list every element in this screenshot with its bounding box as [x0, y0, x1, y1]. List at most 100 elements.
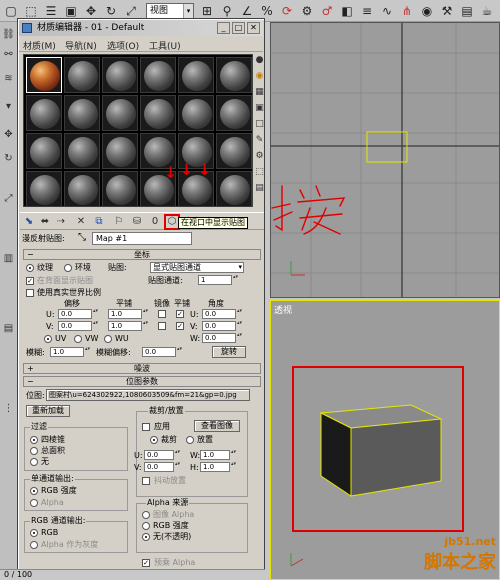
- time-slider[interactable]: 0 / 100: [0, 569, 265, 580]
- material-slot[interactable]: [102, 171, 138, 207]
- material-slot[interactable]: [26, 95, 62, 131]
- sample-type-icon[interactable]: ●: [254, 55, 265, 66]
- texture-radio[interactable]: [26, 264, 34, 272]
- blur-spinner[interactable]: 1.0: [50, 347, 91, 357]
- crop-v-spinner[interactable]: 0.0: [144, 462, 181, 472]
- material-slot[interactable]: [178, 95, 214, 131]
- alpha-radio[interactable]: [30, 499, 38, 507]
- w-angle-spinner[interactable]: 0.0: [202, 333, 243, 343]
- rotate-icon[interactable]: ↻: [2, 152, 15, 165]
- v-angle-spinner[interactable]: 0.0: [202, 321, 243, 331]
- none-opaque-radio[interactable]: [142, 533, 150, 541]
- material-editor-icon[interactable]: ◉: [418, 2, 436, 20]
- material-slot[interactable]: [140, 57, 176, 93]
- view-image-button[interactable]: 查看图像: [194, 420, 240, 432]
- crop-u-spinner[interactable]: 0.0: [144, 450, 181, 460]
- material-slot[interactable]: [216, 171, 252, 207]
- make-preview-icon[interactable]: ✎: [254, 135, 265, 146]
- move-icon[interactable]: ✥: [2, 128, 15, 141]
- layer-icon[interactable]: ≡: [358, 2, 376, 20]
- reload-button[interactable]: 重新加载: [26, 405, 70, 417]
- background-icon[interactable]: ▦: [254, 87, 265, 98]
- rotate-button[interactable]: 旋转: [212, 346, 246, 358]
- copy-material-icon[interactable]: ⧉: [92, 215, 106, 229]
- rgb-intensity-radio[interactable]: [30, 487, 38, 495]
- crop-w-spinner[interactable]: 1.0: [200, 450, 237, 460]
- scale-icon[interactable]: ⤢: [2, 192, 15, 205]
- material-slot[interactable]: [216, 95, 252, 131]
- u-mirror-checkbox[interactable]: [158, 310, 166, 318]
- time-slider-icon[interactable]: ⋮: [2, 402, 15, 415]
- material-slot[interactable]: [26, 57, 62, 93]
- show-back-checkbox[interactable]: ✓: [26, 277, 34, 285]
- mapping-dropdown[interactable]: 显式贴图通道: [150, 262, 244, 273]
- bind-space-warp-icon[interactable]: ≋: [2, 72, 15, 85]
- u-angle-spinner[interactable]: 0.0: [202, 309, 243, 319]
- ref-coord-select[interactable]: 视图 ▾: [146, 3, 194, 19]
- bitmap-path-button[interactable]: 图案村\u=624302922,1080603509&fm=21&gp=0.jp…: [46, 389, 250, 401]
- options-icon[interactable]: ⚙: [254, 151, 265, 162]
- crop-h-spinner[interactable]: 1.0: [200, 462, 237, 472]
- render-frame-icon[interactable]: ▤: [458, 2, 476, 20]
- selected-box-top-view[interactable]: [366, 131, 408, 163]
- material-effects-channel-icon[interactable]: 0: [148, 215, 162, 229]
- get-material-icon[interactable]: ⬊: [22, 215, 36, 229]
- reset-icon[interactable]: ✕: [74, 215, 88, 229]
- material-slot[interactable]: [216, 57, 252, 93]
- material-navigator-icon[interactable]: ▤: [254, 183, 265, 194]
- environ-radio[interactable]: [64, 264, 72, 272]
- pyramidal-radio[interactable]: [30, 436, 38, 444]
- u-tiling-spinner[interactable]: 1.0: [108, 309, 149, 319]
- material-slot[interactable]: [26, 171, 62, 207]
- u-offset-spinner[interactable]: 0.0: [58, 309, 99, 319]
- assign-material-icon[interactable]: ⇢: [54, 215, 68, 229]
- material-slot[interactable]: [64, 171, 100, 207]
- render-icon[interactable]: ☕: [478, 2, 496, 20]
- ribbon-icon[interactable]: ▥: [2, 252, 15, 265]
- image-alpha-radio[interactable]: [142, 511, 150, 519]
- wu-radio[interactable]: [104, 335, 112, 343]
- jitter-checkbox[interactable]: [142, 477, 150, 485]
- put-to-library-icon[interactable]: ⛁: [130, 215, 144, 229]
- menu-options[interactable]: 选项(O): [107, 39, 139, 52]
- material-slot[interactable]: [102, 57, 138, 93]
- close-icon[interactable]: ✕: [247, 22, 260, 34]
- noise-rollout[interactable]: + 噪波: [23, 363, 261, 374]
- named-selection-icon[interactable]: ⚙: [298, 2, 316, 20]
- material-slot[interactable]: [178, 57, 214, 93]
- crop-radio[interactable]: [150, 436, 158, 444]
- put-to-scene-icon[interactable]: ⬌: [38, 215, 52, 229]
- rgb-radio[interactable]: [30, 529, 38, 537]
- v-tile-checkbox[interactable]: ✓: [176, 322, 184, 330]
- maximize-icon[interactable]: □: [232, 22, 245, 34]
- apply-checkbox[interactable]: [142, 423, 150, 431]
- material-slot[interactable]: [64, 95, 100, 131]
- menu-utilities[interactable]: 工具(U): [149, 39, 181, 52]
- unlink-icon[interactable]: ⚯: [2, 48, 15, 61]
- menu-material[interactable]: 材质(M): [23, 39, 56, 52]
- summed-area-radio[interactable]: [30, 447, 38, 455]
- material-slot[interactable]: [216, 133, 252, 169]
- material-editor-titlebar[interactable]: 材质编辑器 - 01 - Default _ □ ✕: [19, 20, 263, 36]
- pick-icon[interactable]: ⤡: [78, 233, 86, 243]
- backlight-icon[interactable]: ◉: [254, 71, 265, 82]
- vw-radio[interactable]: [74, 335, 82, 343]
- selection-filter-icon[interactable]: ▾: [2, 100, 15, 113]
- real-world-checkbox[interactable]: [26, 289, 34, 297]
- curve-editor-icon[interactable]: ∿: [378, 2, 396, 20]
- v-offset-spinner[interactable]: 0.0: [58, 321, 99, 331]
- bitmap-params-rollout[interactable]: − 位图参数: [23, 376, 261, 387]
- alpha-as-gray-radio[interactable]: [30, 541, 38, 549]
- material-slot[interactable]: [140, 95, 176, 131]
- align-icon[interactable]: ◧: [338, 2, 356, 20]
- select-by-material-icon[interactable]: ⬚: [254, 167, 265, 178]
- premult-alpha-checkbox[interactable]: ✓: [142, 559, 150, 567]
- viewport-icon[interactable]: ▤: [2, 322, 15, 335]
- render-setup-icon[interactable]: ⚒: [438, 2, 456, 20]
- material-slot[interactable]: [102, 133, 138, 169]
- no-filter-radio[interactable]: [30, 458, 38, 466]
- coordinates-rollout[interactable]: − 坐标: [23, 249, 261, 260]
- place-radio[interactable]: [186, 436, 194, 444]
- material-slot[interactable]: [64, 133, 100, 169]
- video-check-icon[interactable]: □: [254, 119, 265, 130]
